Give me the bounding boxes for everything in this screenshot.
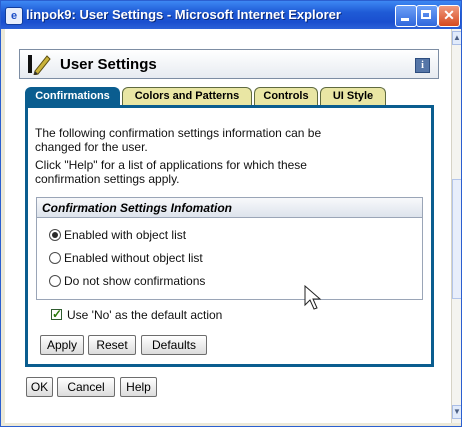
scroll-thumb[interactable]	[452, 179, 461, 299]
description-line-3: Click "Help" for a list of applications …	[35, 158, 307, 172]
tab-confirmations[interactable]: Confirmations	[25, 87, 120, 106]
tab-controls[interactable]: Controls	[254, 87, 318, 105]
ie-icon: e	[5, 7, 23, 25]
description-line-1: The following confirmation settings info…	[35, 126, 322, 140]
radio-label: Enabled with object list	[64, 228, 187, 242]
close-icon: ✕	[443, 7, 455, 23]
description-line-2: changed for the user.	[35, 140, 148, 154]
portlet-title: User Settings	[60, 56, 157, 73]
defaults-button[interactable]: Defaults	[141, 335, 207, 355]
radio-button-selected[interactable]	[49, 229, 61, 241]
reset-button[interactable]: Reset	[88, 335, 136, 355]
maximize-icon	[421, 10, 431, 19]
title-bar[interactable]: e linpok9: User Settings - Microsoft Int…	[1, 1, 461, 29]
section-header: Confirmation Settings Infomation	[37, 198, 422, 218]
pencil-icon	[28, 55, 51, 75]
cancel-button[interactable]: Cancel	[57, 377, 115, 397]
checkbox-label: Use 'No' as the default action	[67, 308, 223, 322]
help-button[interactable]: Help	[120, 377, 157, 397]
apply-button[interactable]: Apply	[40, 335, 84, 355]
vertical-scrollbar[interactable]: ▲ ▼	[451, 29, 461, 423]
description-line-4: confirmation settings apply.	[35, 172, 180, 186]
ok-button[interactable]: OK	[26, 377, 53, 397]
tab-colors-and-patterns[interactable]: Colors and Patterns	[122, 87, 252, 105]
browser-window: e linpok9: User Settings - Microsoft Int…	[0, 0, 462, 427]
mouse-cursor-icon	[304, 285, 322, 310]
radio-button[interactable]	[49, 275, 61, 287]
radio-label: Enabled without object list	[64, 251, 203, 265]
checkmark-icon: ✓	[52, 307, 63, 321]
window-title: linpok9: User Settings - Microsoft Inter…	[26, 7, 341, 22]
info-icon[interactable]: i	[415, 58, 430, 73]
portlet-header: User Settings i	[19, 49, 439, 79]
close-button[interactable]: ✕	[438, 5, 460, 27]
minimize-button[interactable]	[395, 5, 417, 27]
maximize-button[interactable]	[416, 5, 438, 27]
scroll-up-button[interactable]: ▲	[452, 31, 461, 45]
minimize-icon	[401, 18, 409, 21]
radio-label: Do not show confirmations	[64, 274, 206, 288]
use-no-default-checkbox[interactable]: ✓	[51, 307, 63, 321]
tab-ui-style[interactable]: UI Style	[320, 87, 386, 105]
scroll-down-button[interactable]: ▼	[452, 405, 461, 419]
radio-button[interactable]	[49, 252, 61, 264]
